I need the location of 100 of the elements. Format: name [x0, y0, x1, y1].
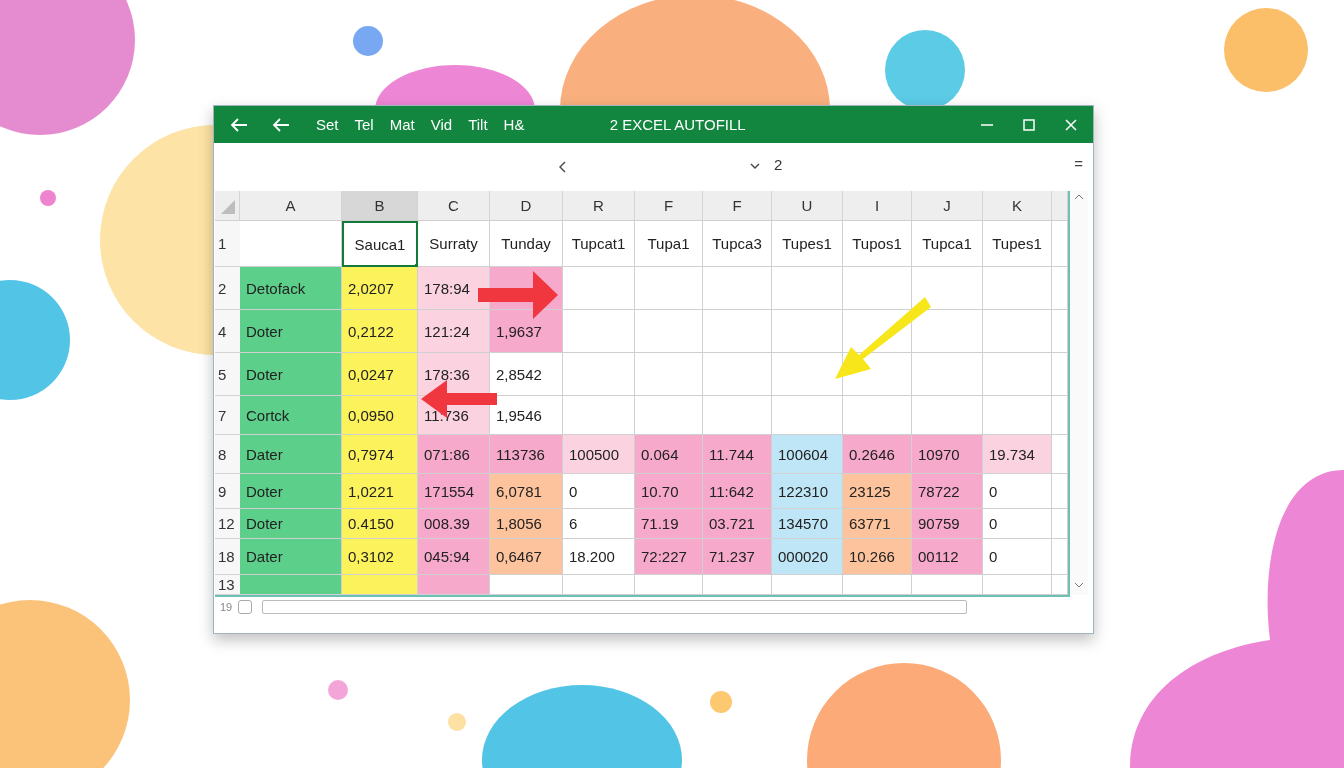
column-header[interactable]: D	[490, 191, 563, 221]
table-cell	[1052, 474, 1068, 509]
column-header[interactable]: C	[418, 191, 490, 221]
decoration-blob	[328, 680, 348, 700]
table-cell: 0,3102	[342, 539, 418, 575]
table-cell: Doter	[240, 353, 342, 396]
table-cell: 1,9637	[490, 310, 563, 353]
row-number: 2	[215, 267, 240, 310]
table-cell: 0,2122	[342, 310, 418, 353]
table-cell	[1052, 221, 1068, 267]
chevron-left-icon[interactable]	[558, 161, 566, 173]
table-cell: 122310	[772, 474, 843, 509]
column-header[interactable]: J	[912, 191, 983, 221]
column-header[interactable]: R	[563, 191, 635, 221]
table-cell: Doter	[240, 509, 342, 539]
row-number: 12	[215, 509, 240, 539]
menu-item[interactable]: Tel	[354, 116, 374, 133]
table-cell: 10.266	[843, 539, 912, 575]
table-cell: 0,7974	[342, 435, 418, 474]
maximize-icon[interactable]	[1023, 118, 1035, 131]
table-cell: 071:86	[418, 435, 490, 474]
table-cell: 113736	[490, 435, 563, 474]
table-cell: 1,0221	[342, 474, 418, 509]
table-cell: Sauca1	[342, 221, 418, 267]
table-cell: 72:227	[635, 539, 703, 575]
menu-item[interactable]: H&	[503, 116, 525, 133]
table-cell: 03.721	[703, 509, 772, 539]
table-cell: 045:94	[418, 539, 490, 575]
table-cell: 1,8056	[490, 509, 563, 539]
table-cell: Tunday	[490, 221, 563, 267]
table-cell: Detofack	[240, 267, 342, 310]
scroll-thumb[interactable]	[238, 600, 253, 614]
menu-item[interactable]: Set	[316, 116, 339, 133]
column-header[interactable]: U	[772, 191, 843, 221]
close-icon[interactable]	[1065, 118, 1077, 131]
table-cell	[1052, 539, 1068, 575]
table-cell: 0.4150	[342, 509, 418, 539]
row-number: 19	[220, 601, 233, 613]
table-cell: 10970	[912, 435, 983, 474]
menu-item[interactable]: Vid	[430, 116, 453, 133]
row-number: 7	[215, 396, 240, 435]
table-cell: 178:94	[418, 267, 490, 310]
table-cell: 18.200	[563, 539, 635, 575]
table-cell: Doter	[240, 310, 342, 353]
back-arrow-icon[interactable]	[272, 117, 290, 132]
table-cell: Tupos1	[843, 221, 912, 267]
row-number: 8	[215, 435, 240, 474]
table-cell: 0	[983, 509, 1052, 539]
zoom-label: 2	[774, 156, 783, 173]
table-cell: Doter	[240, 474, 342, 509]
table-cell: 10.70	[635, 474, 703, 509]
row-number: 18	[215, 539, 240, 575]
table-cell: Tupca3	[703, 221, 772, 267]
chevron-down-icon[interactable]	[750, 163, 760, 170]
table-cell	[1052, 267, 1068, 310]
row-number: 4	[215, 310, 240, 353]
horizontal-scrollbar[interactable]	[262, 600, 968, 614]
menu-item[interactable]: Tilt	[468, 116, 488, 133]
scroll-down-icon[interactable]	[1074, 581, 1084, 589]
column-header[interactable]: A	[240, 191, 342, 221]
table-cell: 23125	[843, 474, 912, 509]
table-cell	[1052, 310, 1068, 353]
table-cell: 0	[983, 539, 1052, 575]
row-number: 9	[215, 474, 240, 509]
menu-item[interactable]: Mat	[389, 116, 415, 133]
menu-icon[interactable]: =	[1074, 155, 1083, 172]
table-cell: Dater	[240, 539, 342, 575]
table-cell	[1052, 575, 1068, 595]
table-cell: 121:24	[418, 310, 490, 353]
table-cell: 134570	[772, 509, 843, 539]
table-cell: Tupes1	[772, 221, 843, 267]
decoration-blob	[448, 713, 466, 731]
table-cell: 11:642	[703, 474, 772, 509]
table-cell: 19.734	[983, 435, 1052, 474]
table-cell: 0,6467	[490, 539, 563, 575]
table-cell: 78722	[912, 474, 983, 509]
table-cell: 0.064	[635, 435, 703, 474]
scroll-up-icon[interactable]	[1074, 193, 1084, 201]
row-number: 13	[215, 575, 240, 595]
column-header[interactable]: B	[342, 191, 418, 221]
column-header[interactable]: K	[983, 191, 1052, 221]
table-cell: 11.744	[703, 435, 772, 474]
column-header[interactable]: I	[843, 191, 912, 221]
table-cell	[1052, 396, 1068, 435]
decoration-blob	[353, 26, 383, 56]
row-number: 1	[215, 221, 240, 267]
table-cell: 6	[563, 509, 635, 539]
decoration-blob	[710, 691, 732, 713]
table-cell: 0.2646	[843, 435, 912, 474]
table-cell	[1052, 509, 1068, 539]
table-cell: 00112	[912, 539, 983, 575]
table-cell: 171554	[418, 474, 490, 509]
column-header[interactable]: F	[703, 191, 772, 221]
column-header[interactable]: F	[635, 191, 703, 221]
table-cell: 100604	[772, 435, 843, 474]
table-cell: 6,0781	[490, 474, 563, 509]
table-cell: 71.19	[635, 509, 703, 539]
table-cell: 0	[983, 474, 1052, 509]
table-cell: 0,0950	[342, 396, 418, 435]
back-arrow-icon[interactable]	[230, 117, 248, 132]
